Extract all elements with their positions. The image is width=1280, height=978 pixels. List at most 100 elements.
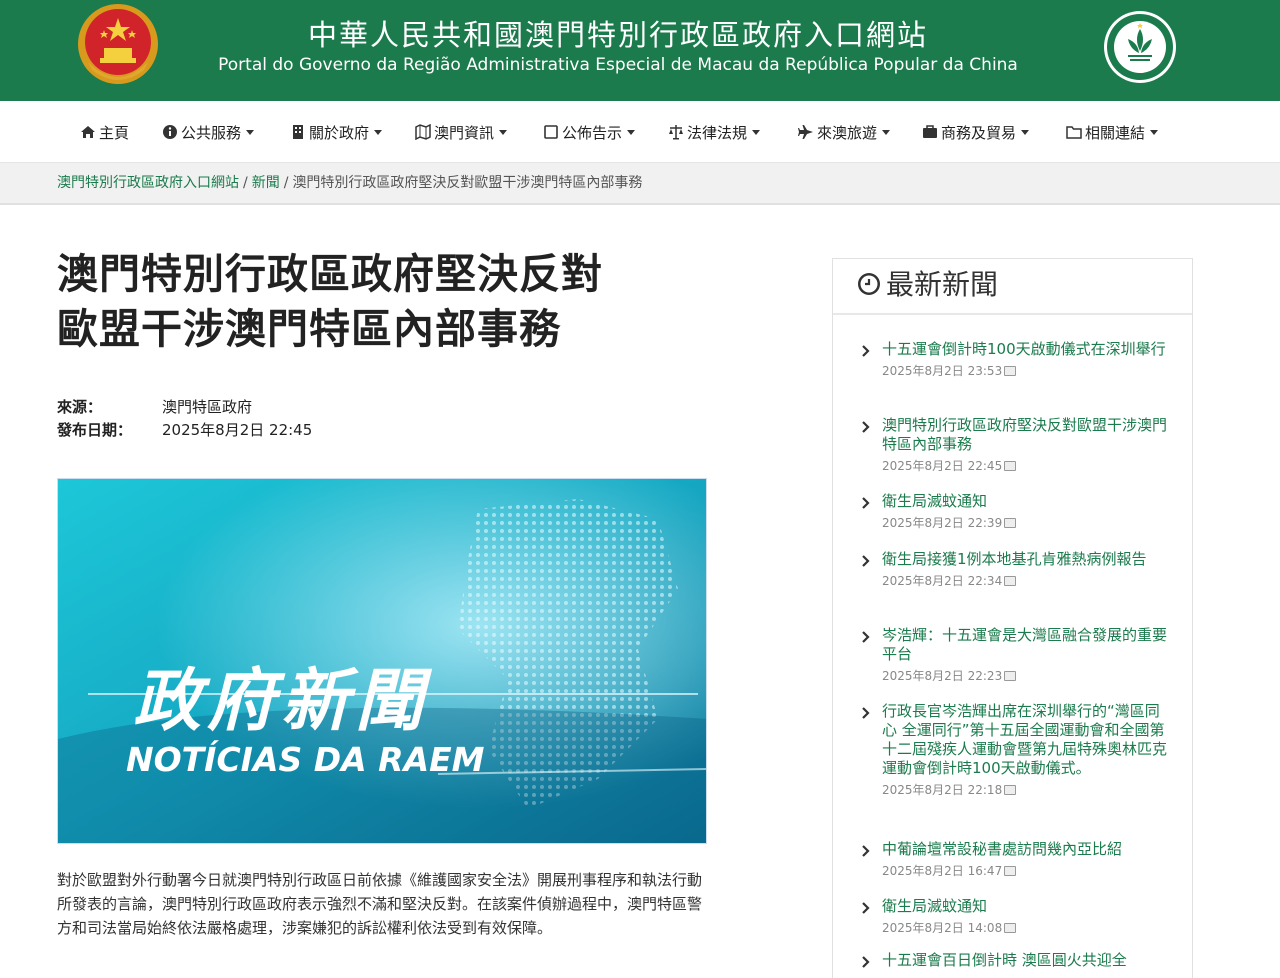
nav-item-announcements[interactable]: 公佈告示 — [543, 123, 636, 143]
news-item-title[interactable]: 衛生局接獲1例本地基孔肯雅熱病例報告 — [882, 550, 1171, 569]
image-icon — [1004, 866, 1017, 876]
nav-item-related-links[interactable]: 相關連結 — [1066, 123, 1159, 143]
briefcase-icon — [923, 125, 937, 138]
nav-item-business-trade[interactable]: 商務及貿易 — [922, 123, 1030, 143]
news-item-title[interactable]: 衛生局滅蚊通知 — [882, 897, 1171, 916]
nav-item-home[interactable]: 主頁 — [80, 123, 129, 143]
news-item[interactable]: 衛生局接獲1例本地基孔肯雅熱病例報告 2025年8月2日 22:34 — [861, 550, 1171, 589]
news-item-title[interactable]: 行政長官岑浩輝出席在深圳舉行的“灣區同心 全運同行”第十五屆全國運動會和全國第十… — [882, 702, 1171, 778]
latest-news-panel: 最新新聞 十五運會倒計時100天啟動儀式在深圳舉行 2025年8月2日 23:5… — [832, 258, 1193, 978]
chevron-down-icon — [752, 130, 761, 135]
news-item-date: 2025年8月2日 22:34 — [882, 572, 1171, 589]
article-title-line-1: 澳門特別行政區政府堅決反對 — [57, 250, 603, 298]
chevron-right-icon — [862, 497, 870, 509]
date-label: 發布日期： — [57, 421, 133, 439]
image-icon — [1004, 785, 1017, 795]
macau-emblem-icon[interactable] — [1102, 9, 1178, 85]
chevron-down-icon — [246, 130, 255, 135]
news-item-date-text: 2025年8月2日 22:39 — [882, 516, 1003, 530]
info-icon — [163, 125, 177, 139]
latest-news-title: 最新新聞 — [886, 268, 999, 301]
article-title: 澳門特別行政區政府堅決反對 歐盟干涉澳門特區內部事務 — [57, 247, 737, 357]
chevron-down-icon — [1150, 130, 1159, 135]
chevron-right-icon — [862, 902, 870, 914]
news-item[interactable]: 十五運會百日倒計時 澳區圓火共迎全 — [861, 951, 1171, 970]
news-item-date: 2025年8月2日 16:47 — [882, 862, 1171, 879]
clock-icon — [858, 273, 880, 295]
nav-label-public-services: 公共服務 — [181, 124, 242, 142]
nav-label-about-government: 關於政府 — [309, 124, 370, 142]
news-item-title[interactable]: 十五運會倒計時100天啟動儀式在深圳舉行 — [882, 340, 1171, 359]
source-value: 澳門特區政府 — [162, 398, 253, 416]
news-item-date: 2025年8月2日 22:18 — [882, 781, 1171, 798]
image-icon — [1004, 576, 1017, 586]
date-value: 2025年8月2日 22:45 — [162, 421, 313, 439]
plane-icon — [798, 125, 813, 139]
news-item[interactable]: 衛生局滅蚊通知 2025年8月2日 14:08 — [861, 897, 1171, 936]
news-item-date-text: 2025年8月2日 23:53 — [882, 364, 1003, 378]
building-icon — [293, 125, 303, 139]
breadcrumb-separator: / — [243, 175, 248, 191]
nav-item-tourism[interactable]: 來澳旅遊 — [798, 123, 891, 143]
nav-label-laws: 法律法規 — [687, 124, 748, 142]
map-icon — [415, 124, 431, 140]
image-icon — [1004, 518, 1017, 528]
article-banner-image[interactable]: 政府新聞 NOTÍCIAS DA RAEM — [57, 478, 707, 844]
nav-label-tourism: 來澳旅遊 — [817, 124, 878, 142]
article-body-text: 對於歐盟對外行動署今日就澳門特別行政區日前依據《維護國家安全法》開展刑事程序和執… — [57, 871, 703, 937]
news-item[interactable]: 行政長官岑浩輝出席在深圳舉行的“灣區同心 全運同行”第十五屆全國運動會和全國第十… — [861, 702, 1171, 798]
site-header: 中華人民共和國澳門特別行政區政府入口網站 Portal do Governo d… — [0, 0, 1280, 101]
news-item[interactable]: 衛生局滅蚊通知 2025年8月2日 22:39 — [861, 492, 1171, 531]
chevron-down-icon — [374, 130, 383, 135]
image-icon — [1004, 366, 1017, 376]
chevron-right-icon — [862, 707, 870, 719]
article-title-line-2: 歐盟干涉澳門特區內部事務 — [57, 305, 561, 353]
chevron-right-icon — [862, 956, 870, 968]
chevron-down-icon — [499, 130, 508, 135]
breadcrumb-news-link[interactable]: 新聞 — [252, 175, 280, 191]
chevron-down-icon — [1021, 130, 1030, 135]
article-source-row: 來源： 澳門特區政府 — [57, 396, 252, 417]
source-label: 來源： — [57, 398, 103, 416]
site-title-portuguese: Portal do Governo da Região Administrati… — [218, 55, 1018, 75]
news-item-date-text: 2025年8月2日 14:08 — [882, 921, 1003, 935]
news-item[interactable]: 十五運會倒計時100天啟動儀式在深圳舉行 2025年8月2日 23:53 — [861, 340, 1171, 379]
news-item[interactable]: 岑浩輝：十五運會是大灣區融合發展的重要平台 2025年8月2日 22:23 — [861, 626, 1171, 684]
nav-item-about-government[interactable]: 關於政府 — [290, 123, 383, 143]
chevron-right-icon — [862, 845, 870, 857]
banner-subtitle: NOTÍCIAS DA RAEM — [126, 739, 485, 779]
news-item-date-text: 2025年8月2日 22:34 — [882, 574, 1003, 588]
nav-label-announcements: 公佈告示 — [562, 124, 623, 142]
chevron-down-icon — [882, 130, 891, 135]
article-date-row: 發布日期： 2025年8月2日 22:45 — [57, 419, 312, 440]
news-item-title[interactable]: 澳門特別行政區政府堅決反對歐盟干涉澳門特區內部事務 — [882, 416, 1171, 454]
news-item-title[interactable]: 中葡論壇常設秘書處訪問幾內亞比紹 — [882, 840, 1171, 859]
nav-label-macau-info: 澳門資訊 — [434, 124, 495, 142]
banner-title: 政府新聞 — [133, 662, 433, 741]
news-item-title[interactable]: 十五運會百日倒計時 澳區圓火共迎全 — [882, 951, 1171, 970]
nav-item-public-services[interactable]: 公共服務 — [162, 123, 255, 143]
news-item[interactable]: 中葡論壇常設秘書處訪問幾內亞比紹 2025年8月2日 16:47 — [861, 840, 1171, 879]
main-navigation: 主頁 公共服務 關於政府 澳門資訊 公佈告示 法律法規 來澳旅遊 商務及貿易 相… — [0, 101, 1280, 163]
nav-item-laws[interactable]: 法律法規 — [668, 123, 761, 143]
news-item[interactable]: 澳門特別行政區政府堅決反對歐盟干涉澳門特區內部事務 2025年8月2日 22:4… — [861, 416, 1171, 474]
news-item-date-text: 2025年8月2日 22:18 — [882, 783, 1003, 797]
news-item-date: 2025年8月2日 23:53 — [882, 362, 1171, 379]
chevron-right-icon — [862, 345, 870, 357]
home-icon — [81, 126, 95, 138]
news-item-date: 2025年8月2日 22:23 — [882, 667, 1171, 684]
chevron-right-icon — [862, 421, 870, 433]
chevron-right-icon — [862, 555, 870, 567]
chevron-right-icon — [862, 631, 870, 643]
news-item-title[interactable]: 衛生局滅蚊通知 — [882, 492, 1171, 511]
nav-label-business-trade: 商務及貿易 — [941, 124, 1017, 142]
breadcrumb: 澳門特別行政區政府入口網站 / 新聞 / 澳門特別行政區政府堅決反對歐盟干涉澳門特區內部… — [0, 163, 1280, 205]
image-icon — [1004, 461, 1017, 471]
nav-item-macau-info[interactable]: 澳門資訊 — [415, 123, 508, 143]
breadcrumb-home-link[interactable]: 澳門特別行政區政府入口網站 — [57, 175, 239, 191]
news-item-date-text: 2025年8月2日 22:23 — [882, 669, 1003, 683]
news-item-date: 2025年8月2日 14:08 — [882, 919, 1171, 936]
news-item-title[interactable]: 岑浩輝：十五運會是大灣區融合發展的重要平台 — [882, 626, 1171, 664]
folder-icon — [1066, 126, 1082, 139]
nav-label-home: 主頁 — [99, 124, 130, 142]
